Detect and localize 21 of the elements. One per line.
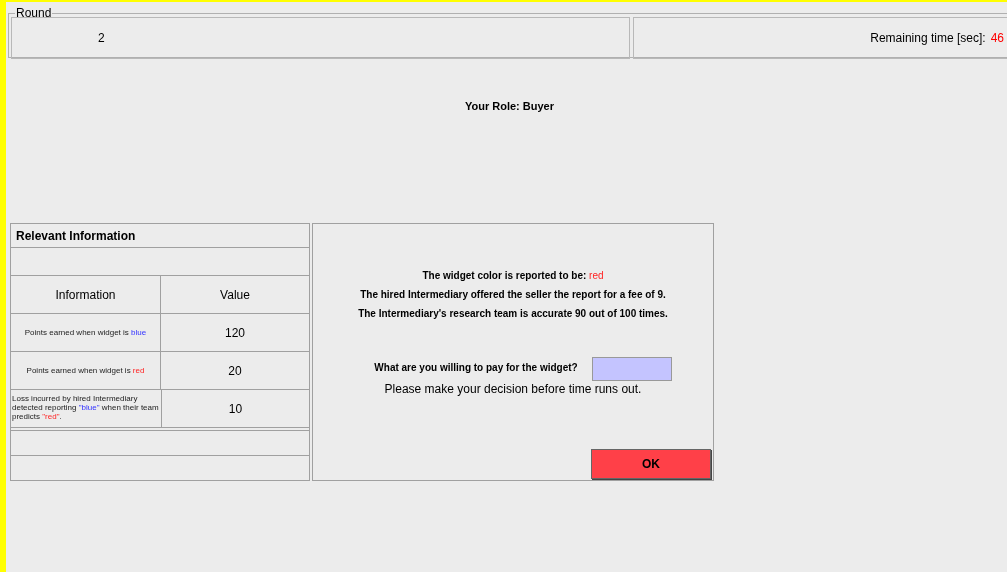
info-title: Relevant Information (11, 224, 309, 248)
report-text: The widget color is reported to be: red (422, 270, 604, 281)
column-header: Information (11, 276, 161, 313)
table-cell-text: 10 (227, 400, 244, 418)
table-cell: Points earned when widget is blue (11, 314, 161, 351)
round-number: 2 (98, 31, 105, 45)
ok-button[interactable]: OK (591, 449, 711, 479)
table-cell: Points earned when widget is red (11, 352, 161, 389)
remaining-time-label: Remaining time [sec]: (870, 31, 986, 45)
round-legend: Round (15, 6, 53, 20)
question-text: What are you willing to pay for the widget? (374, 361, 578, 373)
remaining-time-value: 46 (990, 31, 1004, 45)
table-cell-text: 20 (227, 362, 243, 380)
reminder-text: Please make your decision before time runs out. (384, 382, 642, 396)
info-text: The hired Intermediary offered the seller the report for a fee of 9. (360, 289, 666, 300)
role-text: Your Role: Buyer (464, 100, 555, 112)
table-cell: Loss incurred by hired Intermediary detected reporting "blue" when their team predicts "red". (11, 390, 162, 427)
column-header: Value (219, 286, 251, 304)
price-input[interactable] (591, 357, 672, 381)
info-text: The Intermediary's research team is accurate 90 out of 100 times. (358, 308, 668, 319)
table-cell-text: 120 (224, 324, 246, 342)
